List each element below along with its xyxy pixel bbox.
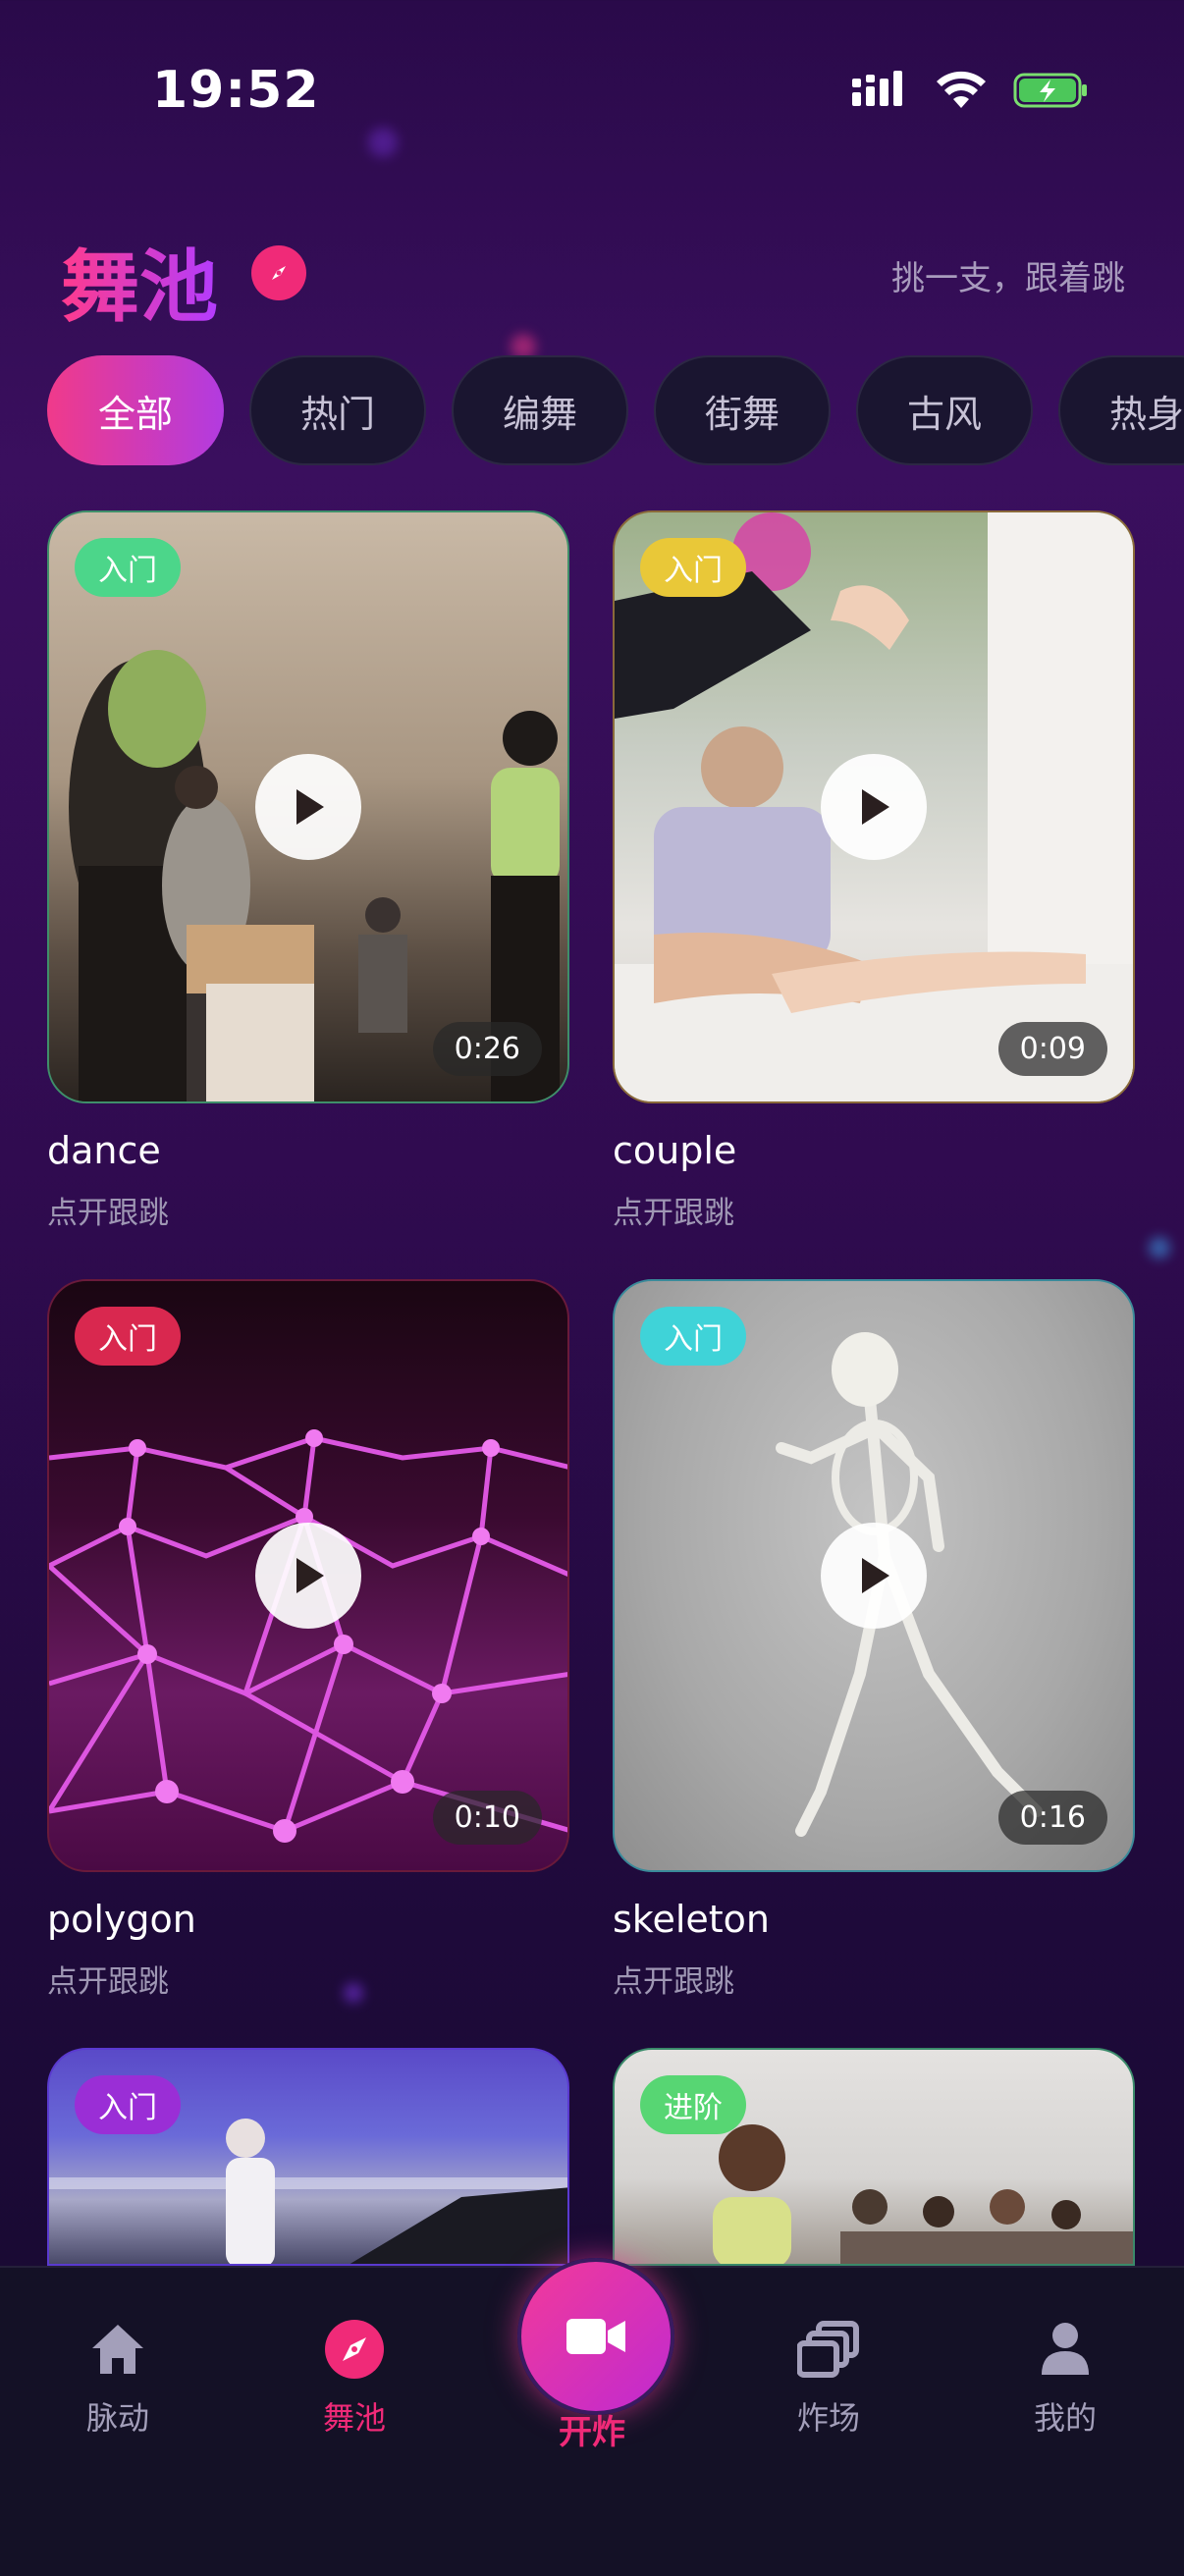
- video-card[interactable]: 进阶: [613, 2048, 1135, 2266]
- video-subtitle: 点开跟跳: [47, 1964, 169, 2000]
- video-thumbnail[interactable]: 入门 0:10: [47, 1279, 569, 1872]
- compass-icon[interactable]: [251, 245, 306, 300]
- play-icon[interactable]: [821, 754, 927, 860]
- wifi-icon: [937, 71, 986, 108]
- video-card[interactable]: 入门 0:16 skeleton 点开跟跳: [613, 1279, 1135, 2001]
- level-badge: 入门: [75, 1307, 181, 1366]
- tab-classical[interactable]: 古风: [856, 355, 1033, 465]
- video-thumbnail[interactable]: 入门: [47, 2048, 569, 2266]
- bg-glow: [1149, 1237, 1170, 1259]
- level-badge: 入门: [75, 2075, 181, 2134]
- level-badge: 进阶: [640, 2075, 746, 2134]
- nav-item-me[interactable]: 我的: [987, 2315, 1144, 2439]
- video-duration: 0:10: [432, 1791, 542, 1845]
- nav-item-pulse[interactable]: 脉动: [39, 2315, 196, 2439]
- video-title: skeleton: [613, 1898, 770, 1941]
- video-card[interactable]: 入门 0:26 dance 点开跟跳: [47, 510, 569, 1232]
- play-icon[interactable]: [255, 754, 361, 860]
- video-title: couple: [613, 1129, 737, 1172]
- category-tabs: 全部 热门 编舞 街舞 古风 热身: [47, 355, 1184, 465]
- home-icon: [39, 2315, 196, 2384]
- video-subtitle: 点开跟跳: [613, 1964, 734, 2000]
- gallery-icon: [750, 2315, 907, 2384]
- signal-icon: [852, 71, 902, 106]
- video-camera-icon: [566, 2319, 625, 2354]
- level-badge: 入门: [75, 538, 181, 597]
- nav-item-dancefloor[interactable]: 舞池: [276, 2315, 433, 2439]
- user-icon: [987, 2315, 1144, 2384]
- tab-all[interactable]: 全部: [47, 355, 224, 465]
- nav-label[interactable]: 开炸: [517, 2405, 667, 2453]
- video-duration: 0:16: [997, 1791, 1107, 1845]
- play-icon[interactable]: [255, 1523, 361, 1629]
- status-icons: [850, 71, 1090, 110]
- video-thumbnail[interactable]: 进阶: [613, 2048, 1135, 2266]
- tab-hot[interactable]: 热门: [249, 355, 426, 465]
- tab-street[interactable]: 街舞: [654, 355, 831, 465]
- video-subtitle: 点开跟跳: [47, 1196, 169, 1231]
- video-subtitle: 点开跟跳: [613, 1196, 734, 1231]
- nav-label: 脉动: [85, 2399, 149, 2437]
- level-badge: 入门: [640, 1307, 746, 1366]
- nav-label: 炸场: [796, 2399, 860, 2437]
- video-duration: 0:26: [432, 1022, 542, 1076]
- page-subtitle: 挑一支，跟着跳: [891, 259, 1125, 298]
- video-card[interactable]: 入门 0:09 couple 点开跟跳: [613, 510, 1135, 1232]
- video-thumbnail[interactable]: 入门 0:16: [613, 1279, 1135, 1872]
- record-button[interactable]: [517, 2258, 674, 2415]
- status-time: 19:52: [152, 61, 320, 120]
- bottom-nav: 脉动 舞池 开炸 炸场 我的: [0, 2258, 1184, 2576]
- video-duration: 0:09: [997, 1022, 1107, 1076]
- video-card[interactable]: 入门: [47, 2048, 569, 2266]
- battery-icon: [1013, 73, 1087, 108]
- video-title: polygon: [47, 1898, 196, 1941]
- video-thumbnail[interactable]: 入门 0:09: [613, 510, 1135, 1103]
- tab-choreo[interactable]: 编舞: [452, 355, 628, 465]
- compass-icon: [276, 2315, 433, 2384]
- video-thumbnail[interactable]: 入门 0:26: [47, 510, 569, 1103]
- nav-label: 我的: [1033, 2399, 1097, 2437]
- video-card[interactable]: 入门 0:10 polygon 点开跟跳: [47, 1279, 569, 2001]
- status-bar: 19:52: [0, 0, 1184, 187]
- level-badge: 入门: [640, 538, 746, 597]
- page-title: 舞池: [61, 224, 218, 338]
- play-icon[interactable]: [821, 1523, 927, 1629]
- nav-item-arena[interactable]: 炸场: [750, 2315, 907, 2439]
- video-title: dance: [47, 1129, 161, 1172]
- tab-warmup[interactable]: 热身: [1058, 355, 1184, 465]
- nav-label: 舞池: [322, 2399, 386, 2437]
